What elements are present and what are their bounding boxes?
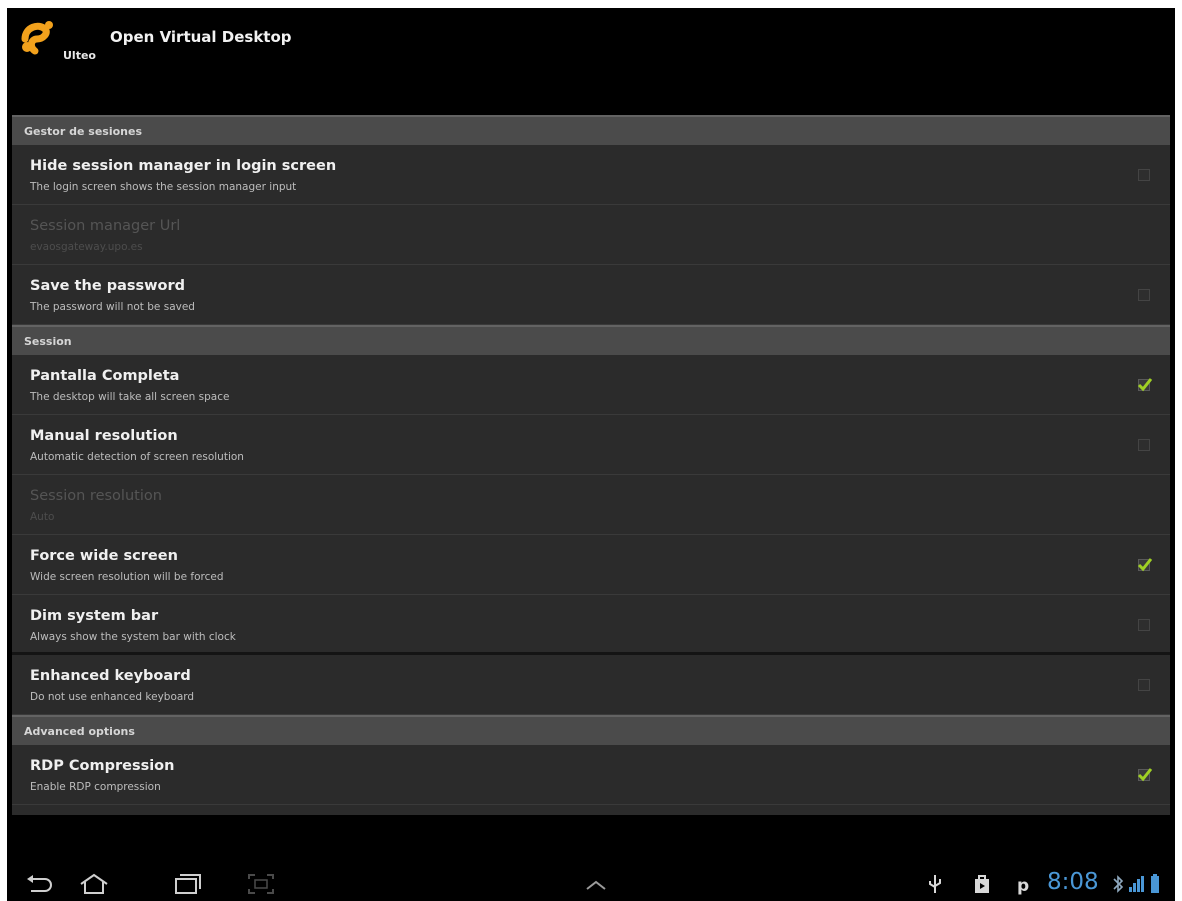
pref-summary: The login screen shows the session manag…	[30, 181, 297, 193]
logo-text: Ulteo	[63, 49, 96, 62]
app-title: Open Virtual Desktop	[110, 28, 292, 46]
pref-title: Session resolution	[30, 488, 162, 504]
usb-icon	[927, 873, 943, 899]
pref-summary: Do not use enhanced keyboard	[30, 691, 195, 703]
clock: 8:08	[1047, 869, 1099, 895]
pref-session-manager-url: Session manager Url evaosgateway.upo.es	[12, 205, 1170, 265]
pref-dim-system-bar[interactable]: Dim system bar Always show the system ba…	[12, 595, 1170, 655]
back-icon[interactable]	[25, 873, 55, 899]
pref-title: RDP Compression	[30, 758, 175, 774]
store-icon	[973, 873, 991, 899]
menu-up-icon[interactable]	[581, 873, 611, 899]
pref-rdp-compression[interactable]: RDP Compression Enable RDP compression	[12, 745, 1170, 805]
checkbox-dim-system-bar[interactable]	[1138, 619, 1150, 631]
bluetooth-icon	[1112, 873, 1124, 899]
pref-summary: The password will not be saved	[30, 301, 195, 313]
pref-summary: The desktop will take all screen space	[30, 391, 230, 403]
pref-title: Dim system bar	[30, 608, 159, 624]
pref-title: Pantalla Completa	[30, 368, 180, 384]
checkbox-force-wide-screen[interactable]	[1137, 558, 1153, 572]
pref-title: Manual resolution	[30, 428, 178, 444]
checkbox-pantalla-completa[interactable]	[1137, 378, 1153, 392]
p-icon: p	[1015, 873, 1031, 899]
pref-session-resolution: Session resolution Auto	[12, 475, 1170, 535]
action-bar: Ulteo Open Virtual Desktop	[7, 8, 1175, 108]
svg-text:p: p	[1017, 876, 1029, 895]
section-header-advanced-options: Advanced options	[12, 715, 1170, 745]
pref-force-wide-screen[interactable]: Force wide screen Wide screen resolution…	[12, 535, 1170, 595]
pref-summary: Wide screen resolution will be forced	[30, 571, 224, 583]
pref-title: Session manager Url	[30, 218, 181, 234]
home-icon[interactable]	[77, 873, 111, 899]
screenshot-icon[interactable]	[247, 873, 275, 899]
pref-title: Force wide screen	[30, 548, 178, 564]
pref-summary: Automatic detection of screen resolution	[30, 451, 244, 463]
battery-icon	[1149, 873, 1161, 899]
checkmark-icon	[1137, 558, 1153, 572]
checkmark-icon	[1137, 768, 1153, 782]
ulteo-logo: Ulteo	[19, 17, 99, 65]
pref-title: Save the password	[30, 278, 186, 294]
pref-hide-session-manager[interactable]: Hide session manager in login screen The…	[12, 145, 1170, 205]
system-bar: p 8:08	[7, 865, 1175, 901]
checkbox-rdp-compression[interactable]	[1137, 768, 1153, 782]
device-screen: Ulteo Open Virtual Desktop Gestor de ses…	[7, 8, 1175, 901]
pref-save-password[interactable]: Save the password The password will not …	[12, 265, 1170, 325]
checkmark-icon	[1137, 378, 1153, 392]
checkbox-manual-resolution[interactable]	[1138, 439, 1150, 451]
pref-summary: Auto	[30, 511, 55, 523]
pref-manual-resolution[interactable]: Manual resolution Automatic detection of…	[12, 415, 1170, 475]
recent-apps-icon[interactable]	[172, 873, 202, 899]
checkbox-hide-session-manager[interactable]	[1138, 169, 1150, 181]
section-header-session-manager: Gestor de sesiones	[12, 115, 1170, 145]
preferences-list[interactable]: Gestor de sesiones Hide session manager …	[12, 115, 1170, 815]
signal-3g-icon	[1125, 873, 1145, 899]
pref-summary: Enable RDP compression	[30, 781, 161, 793]
pref-title: Enhanced keyboard	[30, 668, 191, 684]
pref-summary: evaosgateway.upo.es	[30, 241, 143, 253]
pref-pantalla-completa[interactable]: Pantalla Completa The desktop will take …	[12, 355, 1170, 415]
pref-enhanced-keyboard[interactable]: Enhanced keyboard Do not use enhanced ke…	[12, 655, 1170, 715]
checkbox-save-password[interactable]	[1138, 289, 1150, 301]
section-header-session: Session	[12, 325, 1170, 355]
pref-title: Hide session manager in login screen	[30, 158, 337, 174]
checkbox-enhanced-keyboard[interactable]	[1138, 679, 1150, 691]
pref-summary: Always show the system bar with clock	[30, 631, 236, 643]
